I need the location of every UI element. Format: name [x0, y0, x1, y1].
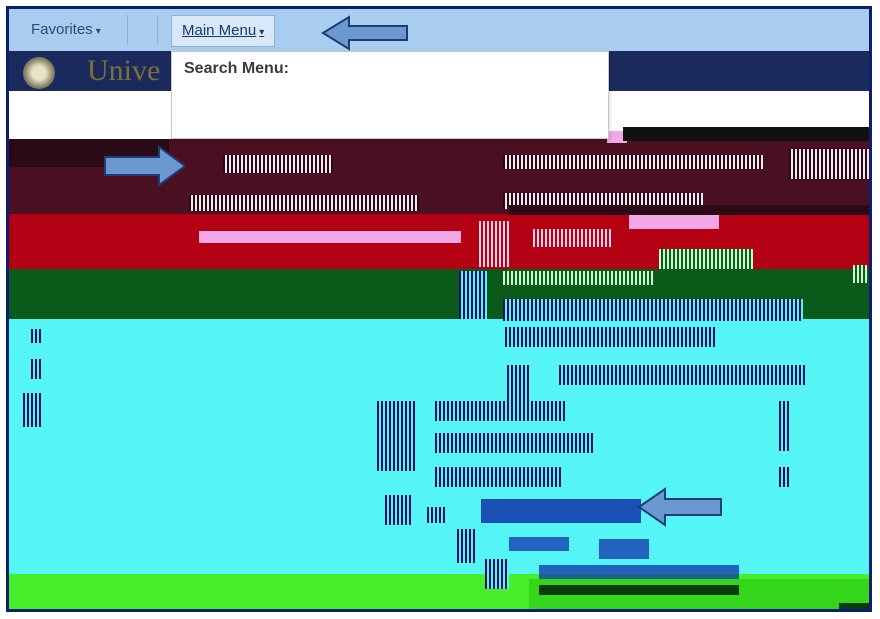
glitch-block [459, 271, 487, 319]
glitch-block [509, 537, 569, 551]
glitch-block [505, 327, 715, 347]
glitch-block [31, 359, 41, 379]
glitch-block [385, 495, 411, 525]
glitch-block [479, 221, 509, 267]
search-menu-label: Search Menu: [184, 60, 289, 77]
chevron-down-icon: ▾ [95, 26, 101, 37]
glitch-block [189, 195, 419, 211]
glitch-block [779, 467, 791, 487]
university-seal-logo [23, 57, 55, 89]
arrow-icon [637, 487, 722, 527]
glitch-block [659, 249, 753, 269]
glitch-block [533, 229, 613, 247]
glitch-block [779, 401, 791, 451]
glitch-block [539, 565, 739, 579]
main-menu-label: Main Menu [182, 22, 257, 39]
main-menu[interactable]: Main Menu ▾ [171, 15, 276, 47]
glitch-block [427, 507, 447, 523]
glitch-block [485, 559, 509, 589]
glitch-block [435, 401, 565, 421]
chevron-down-icon: ▾ [259, 27, 265, 38]
glitch-block [839, 603, 869, 609]
glitch-block [457, 529, 477, 563]
glitch-block [503, 155, 763, 169]
glitch-block [31, 329, 41, 343]
glitch-block [481, 499, 641, 523]
lime-band-right [529, 579, 869, 609]
glitch-block [623, 127, 869, 141]
top-navigation-bar: Favorites ▾ Main Menu ▾ [9, 9, 869, 52]
glitch-block [223, 155, 333, 173]
glitch-block [509, 205, 869, 215]
main-menu-dropdown: Search Menu: [171, 51, 609, 139]
glitch-block [435, 433, 595, 453]
glitch-block [503, 299, 803, 321]
glitch-block [199, 231, 461, 243]
glitch-block [559, 365, 807, 385]
glitch-block [599, 539, 649, 559]
nav-divider [157, 15, 158, 45]
arrow-icon [104, 145, 187, 187]
favorites-label: Favorites [31, 21, 93, 38]
glitch-block [435, 467, 561, 487]
glitch-block [23, 393, 41, 427]
screenshot-frame: Favorites ▾ Main Menu ▾ Unive Search Men… [6, 6, 872, 612]
glitch-block [853, 265, 867, 283]
favorites-menu[interactable]: Favorites ▾ [21, 15, 128, 45]
glitch-block [507, 365, 529, 401]
glitch-block [539, 585, 739, 595]
glitch-block [377, 401, 417, 471]
glitch-block [503, 271, 653, 285]
university-wordmark: Unive [87, 54, 161, 87]
glitch-block [789, 149, 869, 179]
arrow-icon [321, 15, 408, 51]
glitch-block [869, 199, 872, 239]
